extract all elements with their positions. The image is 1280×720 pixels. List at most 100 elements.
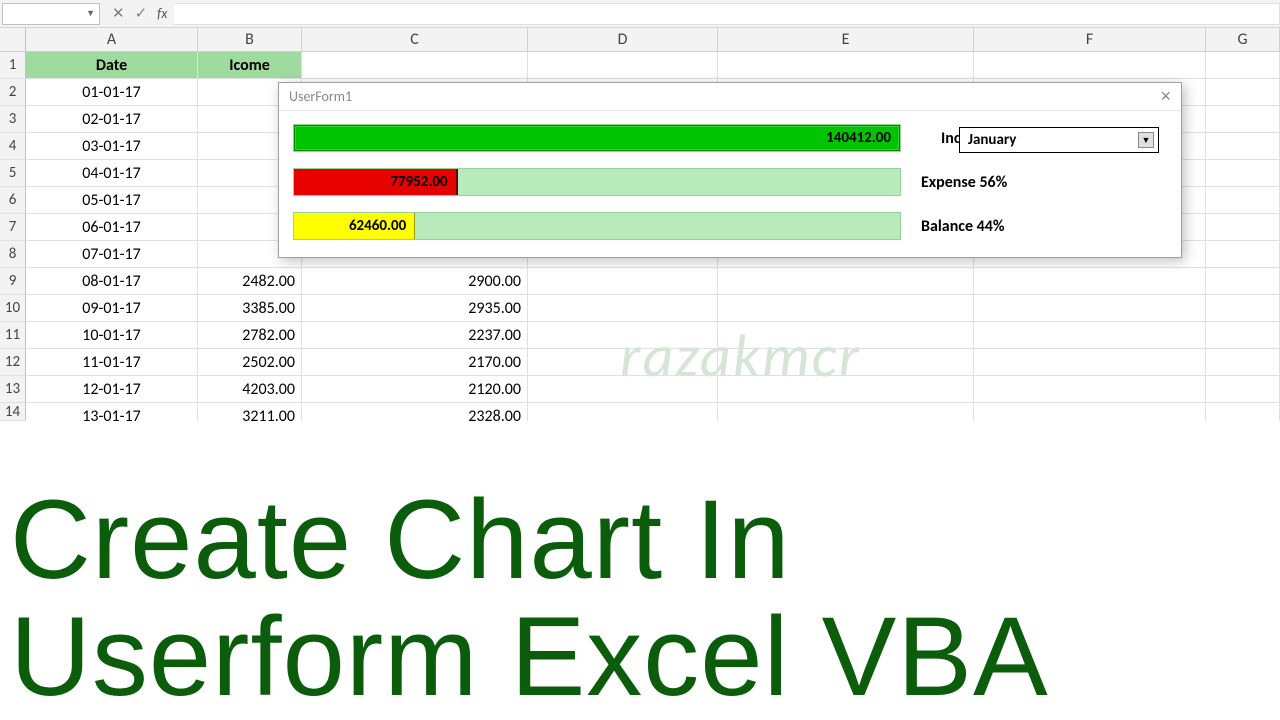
cell[interactable]: 2900.00 bbox=[302, 268, 528, 295]
cell[interactable] bbox=[718, 322, 974, 349]
cell[interactable] bbox=[1206, 187, 1280, 214]
cell[interactable] bbox=[1206, 79, 1280, 106]
cell[interactable] bbox=[974, 295, 1206, 322]
row-head[interactable]: 1 bbox=[0, 52, 26, 79]
cell[interactable] bbox=[528, 52, 718, 79]
cell[interactable] bbox=[1206, 295, 1280, 322]
row-head[interactable]: 8 bbox=[0, 241, 26, 268]
cell[interactable] bbox=[974, 268, 1206, 295]
cell[interactable] bbox=[1206, 106, 1280, 133]
col-F[interactable]: F bbox=[974, 28, 1206, 51]
cell[interactable]: 11-01-17 bbox=[26, 349, 198, 376]
cell[interactable] bbox=[1206, 268, 1280, 295]
cell[interactable]: 4203.00 bbox=[198, 376, 302, 403]
cell[interactable]: 10-01-17 bbox=[26, 322, 198, 349]
cell[interactable]: 08-01-17 bbox=[26, 268, 198, 295]
cell[interactable]: 2170.00 bbox=[302, 349, 528, 376]
col-A[interactable]: A bbox=[26, 28, 198, 51]
row-head[interactable]: 9 bbox=[0, 268, 26, 295]
row-head[interactable]: 7 bbox=[0, 214, 26, 241]
cancel-icon[interactable]: ✕ bbox=[112, 4, 125, 23]
col-G[interactable]: G bbox=[1206, 28, 1280, 51]
cell[interactable] bbox=[1206, 214, 1280, 241]
formula-input[interactable] bbox=[174, 3, 1280, 25]
cell[interactable] bbox=[718, 349, 974, 376]
cell[interactable] bbox=[718, 268, 974, 295]
cell[interactable]: 01-01-17 bbox=[26, 79, 198, 106]
title-line-2: Userform Excel VBA bbox=[10, 598, 1270, 716]
balance-bar: 62460.00 bbox=[294, 213, 415, 239]
cell[interactable] bbox=[528, 403, 718, 421]
row-head[interactable]: 14 bbox=[0, 403, 26, 421]
row-head[interactable]: 2 bbox=[0, 79, 26, 106]
cell[interactable] bbox=[1206, 349, 1280, 376]
userform-titlebar[interactable]: UserForm1 × bbox=[279, 83, 1181, 111]
col-C[interactable]: C bbox=[302, 28, 528, 51]
cell[interactable] bbox=[718, 295, 974, 322]
select-all-corner[interactable] bbox=[0, 28, 26, 51]
cell[interactable]: 03-01-17 bbox=[26, 133, 198, 160]
chevron-down-icon[interactable]: ▼ bbox=[86, 8, 95, 19]
cell[interactable]: 2935.00 bbox=[302, 295, 528, 322]
title-line-1: Create Chart In bbox=[10, 481, 1270, 599]
cell[interactable] bbox=[718, 403, 974, 421]
cell[interactable]: 13-01-17 bbox=[26, 403, 198, 421]
cell[interactable]: 3385.00 bbox=[198, 295, 302, 322]
cell[interactable]: Date bbox=[26, 52, 198, 79]
row-head[interactable]: 6 bbox=[0, 187, 26, 214]
cell[interactable]: 07-01-17 bbox=[26, 241, 198, 268]
cell[interactable]: 12-01-17 bbox=[26, 376, 198, 403]
cell[interactable]: 2120.00 bbox=[302, 376, 528, 403]
cell[interactable]: 2328.00 bbox=[302, 403, 528, 421]
cell[interactable] bbox=[1206, 241, 1280, 268]
name-box[interactable]: ▼ bbox=[2, 3, 100, 25]
cell[interactable]: Icome bbox=[198, 52, 302, 79]
row-head[interactable]: 11 bbox=[0, 322, 26, 349]
enter-icon[interactable]: ✓ bbox=[135, 4, 148, 23]
cell[interactable]: 3211.00 bbox=[198, 403, 302, 421]
cell[interactable] bbox=[1206, 376, 1280, 403]
col-B[interactable]: B bbox=[198, 28, 302, 51]
cell[interactable]: 05-01-17 bbox=[26, 187, 198, 214]
cell[interactable] bbox=[718, 52, 974, 79]
cell[interactable] bbox=[1206, 160, 1280, 187]
month-select[interactable]: January ▼ bbox=[959, 127, 1159, 153]
close-icon[interactable]: × bbox=[1160, 86, 1171, 107]
balance-label: Balance 44% bbox=[901, 217, 1131, 236]
row-head[interactable]: 12 bbox=[0, 349, 26, 376]
row-head[interactable]: 13 bbox=[0, 376, 26, 403]
cell[interactable]: 2502.00 bbox=[198, 349, 302, 376]
chevron-down-icon[interactable]: ▼ bbox=[1138, 132, 1154, 148]
cell[interactable] bbox=[1206, 52, 1280, 79]
cell[interactable] bbox=[974, 403, 1206, 421]
row-head[interactable]: 4 bbox=[0, 133, 26, 160]
row-head[interactable]: 10 bbox=[0, 295, 26, 322]
cell[interactable] bbox=[974, 52, 1206, 79]
row-head[interactable]: 5 bbox=[0, 160, 26, 187]
cell[interactable] bbox=[302, 52, 528, 79]
expense-row: 77952.00 Expense 56% bbox=[293, 165, 1167, 199]
cell[interactable]: 06-01-17 bbox=[26, 214, 198, 241]
cell[interactable] bbox=[528, 349, 718, 376]
cell[interactable]: 2237.00 bbox=[302, 322, 528, 349]
col-E[interactable]: E bbox=[718, 28, 974, 51]
cell[interactable]: 09-01-17 bbox=[26, 295, 198, 322]
cell[interactable] bbox=[718, 376, 974, 403]
cell[interactable]: 04-01-17 bbox=[26, 160, 198, 187]
row-head[interactable]: 3 bbox=[0, 106, 26, 133]
cell[interactable]: 2782.00 bbox=[198, 322, 302, 349]
cell[interactable] bbox=[1206, 133, 1280, 160]
cell[interactable] bbox=[1206, 403, 1280, 421]
cell[interactable]: 02-01-17 bbox=[26, 106, 198, 133]
fx-icon[interactable]: fx bbox=[157, 5, 167, 22]
cell[interactable] bbox=[974, 349, 1206, 376]
cell[interactable]: 2482.00 bbox=[198, 268, 302, 295]
cell[interactable] bbox=[1206, 322, 1280, 349]
cell[interactable] bbox=[974, 322, 1206, 349]
cell[interactable] bbox=[974, 376, 1206, 403]
cell[interactable] bbox=[528, 376, 718, 403]
cell[interactable] bbox=[528, 295, 718, 322]
cell[interactable] bbox=[528, 268, 718, 295]
cell[interactable] bbox=[528, 322, 718, 349]
col-D[interactable]: D bbox=[528, 28, 718, 51]
